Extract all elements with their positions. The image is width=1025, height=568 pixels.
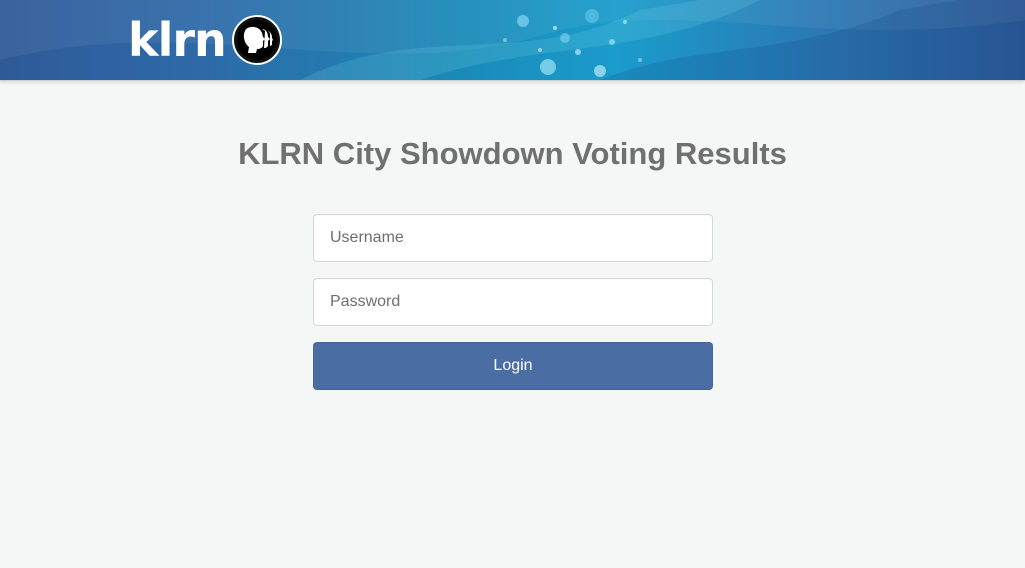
logo-wordmark: klrn	[128, 13, 227, 67]
password-input[interactable]	[313, 278, 713, 326]
page-title: KLRN City Showdown Voting Results	[238, 136, 787, 171]
klrn-logo[interactable]: klrn	[128, 12, 282, 68]
username-input[interactable]	[313, 214, 713, 262]
login-button[interactable]: Login	[313, 342, 713, 390]
pbs-heads-icon	[231, 15, 282, 65]
site-header: klrn	[0, 0, 1025, 81]
